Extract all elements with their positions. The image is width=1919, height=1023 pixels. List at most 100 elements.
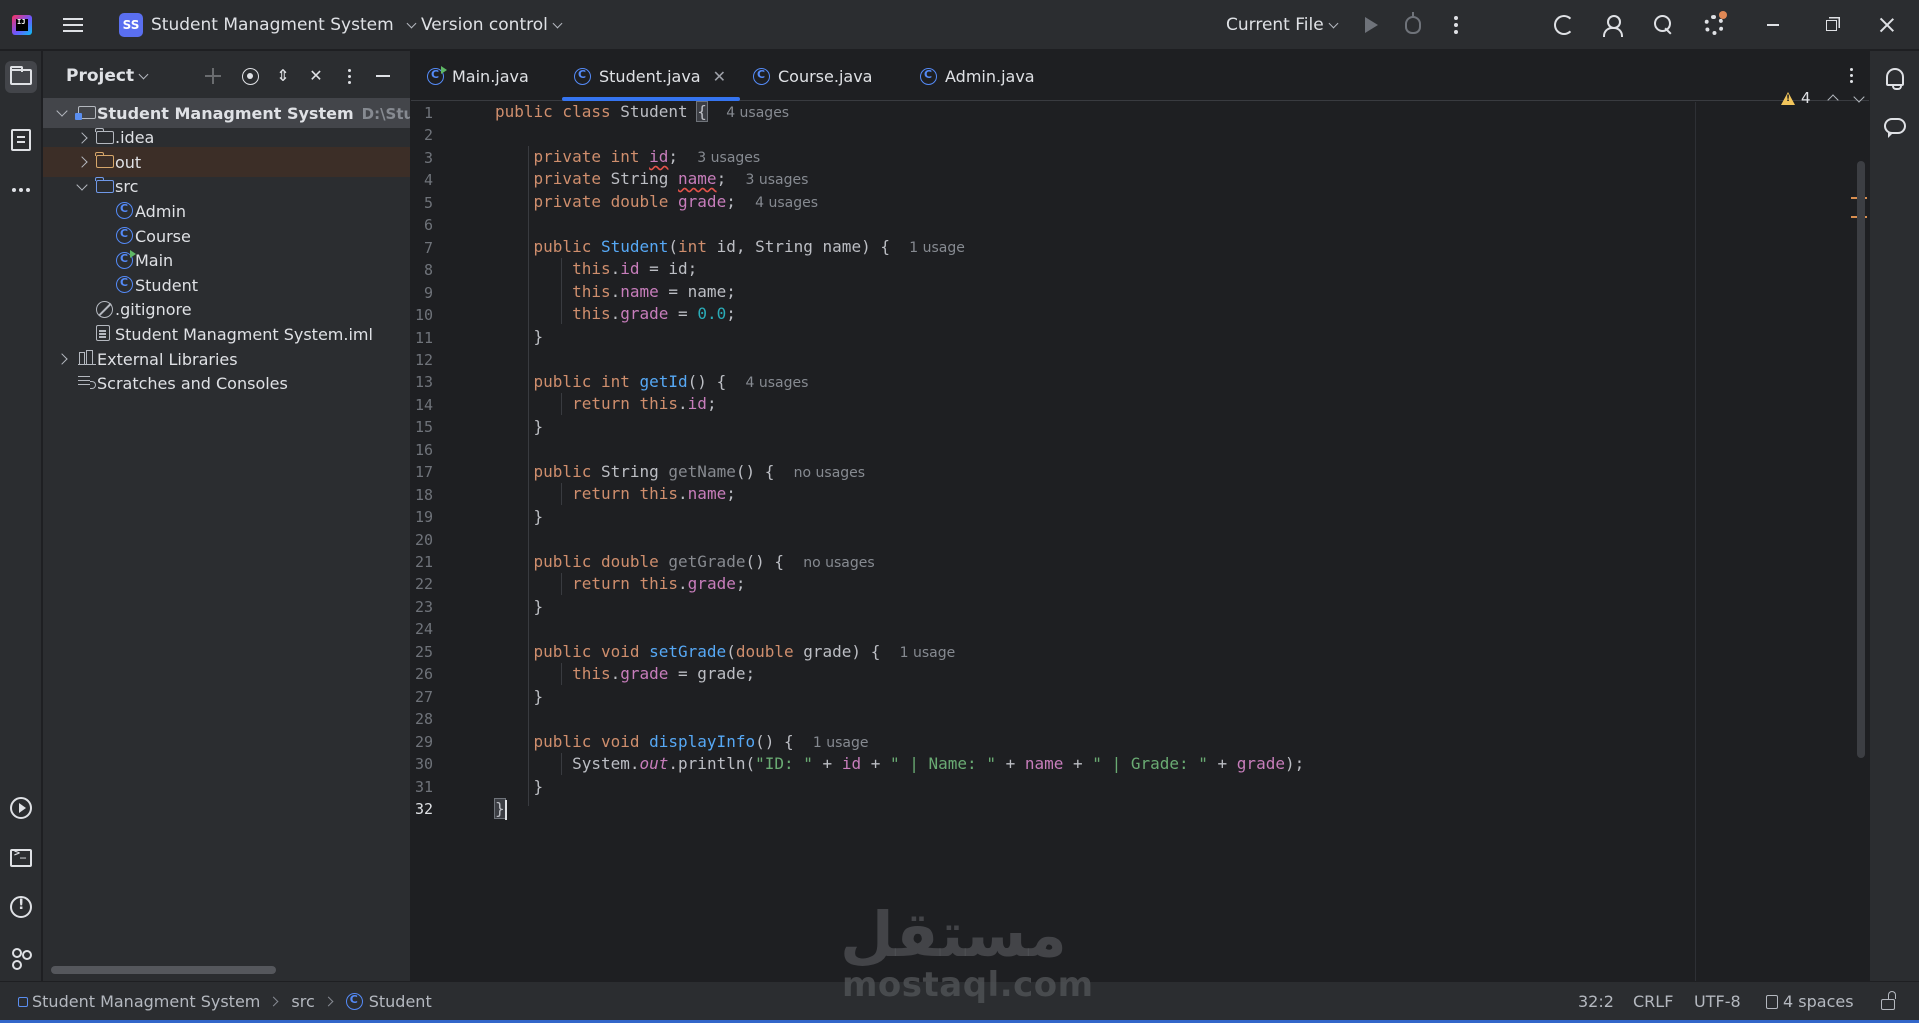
line-number[interactable]: 18 (405, 484, 433, 506)
line-ending-label: CRLF (1633, 992, 1674, 1011)
minimize-button[interactable] (1748, 0, 1798, 50)
breadcrumb-item[interactable]: Student Managment System (32, 992, 260, 1011)
line-number[interactable]: 30 (405, 753, 433, 775)
select-opened-file-button[interactable] (240, 66, 260, 86)
line-number[interactable]: 8 (405, 259, 433, 281)
line-number[interactable]: 13 (405, 371, 433, 393)
usages-hint[interactable]: 4 usages (755, 195, 818, 211)
chevron-down-icon[interactable] (56, 105, 68, 117)
line-number[interactable]: 11 (405, 327, 433, 349)
expand-all-button[interactable]: ⇕ (273, 66, 293, 86)
panel-options-button[interactable] (339, 66, 359, 86)
line-number[interactable]: 3 (405, 147, 433, 169)
line-number[interactable]: 31 (405, 776, 433, 798)
version-control-menu[interactable]: Version control (421, 0, 563, 50)
line-number[interactable]: 6 (405, 214, 433, 236)
line-number[interactable]: 10 (405, 304, 433, 326)
line-number[interactable]: 32 (405, 798, 433, 820)
tab-course-java[interactable]: Course.java (753, 51, 872, 101)
encoding-selector[interactable]: UTF-8 (1694, 982, 1741, 1021)
tree-item[interactable]: Scratches and Consoles (43, 369, 410, 399)
tab-main-java[interactable]: Main.java (427, 51, 529, 101)
line-number[interactable]: 15 (405, 416, 433, 438)
code-with-me-button[interactable] (1599, 0, 1629, 50)
line-number[interactable]: 16 (405, 439, 433, 461)
usages-hint[interactable]: 1 usage (813, 735, 869, 751)
tabs-more-button[interactable] (1850, 68, 1853, 83)
inspection-widget[interactable]: 4 (1781, 89, 1865, 107)
line-number[interactable]: 1 (405, 102, 433, 124)
run-configuration-selector[interactable]: Current File (1226, 0, 1339, 50)
tab-admin-java[interactable]: Admin.java (920, 51, 1035, 101)
search-everywhere-button[interactable] (1649, 0, 1679, 50)
close-window-button[interactable] (1862, 0, 1912, 50)
next-highlight-icon[interactable] (1852, 91, 1865, 103)
usages-hint[interactable]: 3 usages (697, 150, 760, 166)
tab-close-button[interactable]: ✕ (713, 67, 726, 86)
usages-hint[interactable]: no usages (803, 555, 874, 571)
line-number[interactable]: 28 (405, 708, 433, 730)
main-menu-button[interactable] (60, 0, 86, 50)
structure-tool-button[interactable] (5, 124, 37, 156)
more-actions-button[interactable] (1441, 0, 1471, 50)
line-number[interactable]: 14 (405, 394, 433, 416)
line-number[interactable]: 5 (405, 192, 433, 214)
chevron-right-icon[interactable] (76, 131, 88, 144)
line-number[interactable]: 29 (405, 731, 433, 753)
breadcrumb-item[interactable]: src (291, 992, 314, 1011)
caret-position-label: 32:2 (1578, 992, 1614, 1011)
run-button[interactable] (1356, 0, 1386, 50)
services-tool-button[interactable] (5, 792, 37, 824)
collapse-all-button[interactable]: ✕ (306, 66, 326, 86)
tab-student-java[interactable]: Student.java ✕ (562, 51, 740, 101)
more-tools-button[interactable] (5, 174, 37, 206)
ai-chat-button[interactable] (1879, 110, 1911, 142)
line-number[interactable]: 20 (405, 529, 433, 551)
line-number[interactable]: 23 (405, 596, 433, 618)
line-number[interactable]: 25 (405, 641, 433, 663)
line-number[interactable]: 27 (405, 686, 433, 708)
usages-hint[interactable]: 1 usage (909, 240, 965, 256)
line-number[interactable]: 9 (405, 282, 433, 304)
line-number[interactable]: 2 (405, 124, 433, 146)
usages-hint[interactable]: 1 usage (900, 645, 956, 661)
line-number[interactable]: 12 (405, 349, 433, 371)
indent-selector[interactable]: 4 spaces (1766, 982, 1854, 1021)
line-number[interactable]: 22 (405, 573, 433, 595)
previous-highlight-icon[interactable] (1826, 94, 1839, 106)
line-separator-selector[interactable]: CRLF (1633, 982, 1673, 1021)
notifications-button[interactable] (1879, 61, 1911, 93)
chevron-right-icon[interactable] (76, 156, 88, 168)
new-file-button[interactable] (203, 66, 223, 86)
project-tool-button[interactable] (5, 61, 37, 93)
usages-hint[interactable]: 4 usages (745, 375, 808, 391)
project-selector[interactable]: SS Student Managment System (115, 0, 419, 50)
line-number[interactable]: 24 (405, 618, 433, 640)
line-number[interactable]: 17 (405, 461, 433, 483)
editor-vertical-scrollbar[interactable] (1857, 161, 1865, 758)
problems-tool-button[interactable] (5, 891, 37, 923)
line-number[interactable]: 4 (405, 169, 433, 191)
ai-assistant-button[interactable] (1549, 0, 1579, 50)
caret-position[interactable]: 32:2 (1578, 982, 1614, 1021)
hide-panel-button[interactable] (373, 66, 393, 86)
usages-hint[interactable]: no usages (794, 465, 865, 481)
read-only-toggle[interactable] (1881, 982, 1896, 1021)
terminal-tool-button[interactable] (5, 842, 37, 874)
project-panel-title[interactable]: Project (66, 66, 149, 86)
chevron-right-icon[interactable] (56, 353, 68, 365)
tree-horizontal-scrollbar[interactable] (51, 966, 276, 974)
line-number[interactable]: 21 (405, 551, 433, 573)
code-area[interactable]: public class Student { 4 usages private … (494, 101, 1695, 981)
settings-button[interactable] (1699, 0, 1729, 50)
breadcrumb-item[interactable]: Student (369, 992, 432, 1011)
usages-hint[interactable]: 3 usages (745, 172, 808, 188)
git-tool-button[interactable] (5, 941, 37, 973)
chevron-down-icon[interactable] (76, 179, 88, 191)
line-number[interactable]: 19 (405, 506, 433, 528)
restore-button[interactable] (1806, 0, 1856, 50)
debug-button[interactable] (1398, 0, 1428, 50)
line-number[interactable]: 26 (405, 663, 433, 685)
usages-hint[interactable]: 4 usages (726, 105, 789, 121)
line-number[interactable]: 7 (405, 237, 433, 259)
